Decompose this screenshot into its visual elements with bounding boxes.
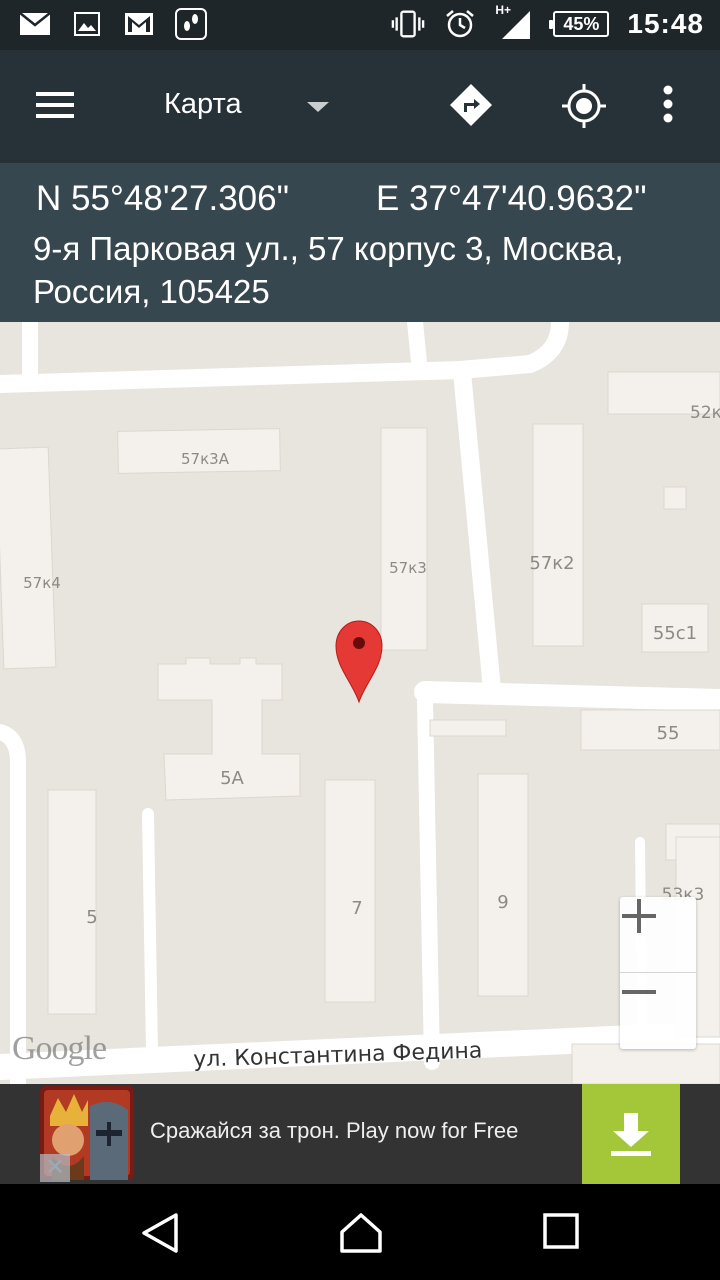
- my-location-icon[interactable]: [560, 82, 608, 135]
- longitude: E 37°47'40.9632": [376, 179, 647, 218]
- system-nav-bar: [0, 1184, 720, 1280]
- clock: 15:48: [627, 8, 704, 39]
- building-label: 5: [86, 907, 97, 928]
- building-label: 5А: [220, 768, 244, 789]
- zoom-controls: [620, 897, 696, 1049]
- building-label: 57к3А: [181, 450, 230, 468]
- footsteps-icon: [174, 8, 208, 40]
- building-label: 57к2: [529, 553, 574, 574]
- image-icon: [70, 9, 104, 39]
- map-canvas: 57к3А 57к4 57к3 57к2 52к 55с1 55 5А 5 7 …: [0, 322, 720, 1084]
- zoom-in-button[interactable]: [620, 897, 696, 973]
- building-label: 57к3: [389, 559, 427, 577]
- directions-icon[interactable]: [448, 82, 494, 133]
- alarm-icon: [443, 9, 477, 39]
- latitude: N 55°48'27.306": [36, 179, 290, 218]
- building-label: 9: [497, 892, 508, 913]
- zoom-out-button[interactable]: [620, 973, 696, 1049]
- menu-icon[interactable]: [36, 90, 76, 125]
- status-bar: H+ 45% 15:48: [0, 0, 720, 50]
- building-label: 55: [657, 723, 680, 744]
- app-bar: Карта: [0, 50, 720, 163]
- recents-icon[interactable]: [542, 1212, 580, 1255]
- dropdown-arrow-icon[interactable]: [306, 100, 330, 118]
- battery-indicator: 45%: [549, 11, 610, 37]
- building-label: 52к: [690, 403, 720, 423]
- gmail-icon: [122, 9, 156, 39]
- ad-close-icon[interactable]: ✕: [40, 1154, 70, 1182]
- signal-icon: H+: [495, 3, 535, 39]
- building-label: 57к4: [23, 574, 61, 592]
- location-marker-icon[interactable]: [335, 620, 383, 704]
- address: 9-я Парковая ул., 57 корпус 3, Москва, Р…: [33, 230, 624, 310]
- mail-icon: [18, 9, 52, 39]
- building-label: 7: [351, 898, 362, 919]
- back-icon[interactable]: [140, 1212, 180, 1259]
- google-attribution: Google: [12, 1030, 107, 1067]
- ad-banner[interactable]: ✕ Сражайся за трон. Play now for Free: [0, 1084, 720, 1184]
- location-info-panel: N 55°48'27.306" E 37°47'40.9632" 9-я Пар…: [0, 163, 720, 322]
- building-label: 55с1: [653, 623, 697, 644]
- vibrate-icon: [391, 9, 425, 39]
- home-icon[interactable]: [338, 1212, 384, 1259]
- download-button[interactable]: [582, 1084, 680, 1184]
- map-mode-title[interactable]: Карта: [164, 88, 242, 121]
- download-icon: [611, 1113, 651, 1156]
- map-view[interactable]: 57к3А 57к4 57к3 57к2 52к 55с1 55 5А 5 7 …: [0, 322, 720, 1084]
- ad-text[interactable]: Сражайся за трон. Play now for Free: [150, 1118, 518, 1144]
- more-vert-icon[interactable]: [662, 84, 674, 129]
